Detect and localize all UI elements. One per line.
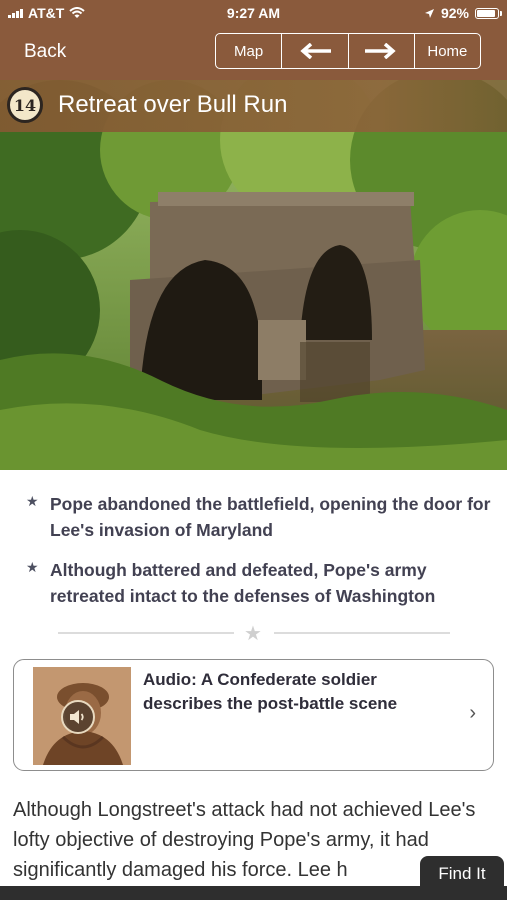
- back-button[interactable]: Back: [24, 41, 66, 63]
- nav-button-group: Map Home: [215, 33, 481, 69]
- status-bar: AT&T 9:27 AM 92%: [0, 0, 507, 26]
- section-divider: ★: [58, 622, 450, 645]
- find-it-button[interactable]: Find It: [420, 856, 504, 892]
- next-button[interactable]: [349, 34, 415, 68]
- bullet-text: Pope abandoned the battlefield, opening …: [50, 494, 491, 540]
- battery-percent: 92%: [440, 5, 469, 21]
- soldier-portrait-thumbnail: [33, 667, 131, 765]
- audio-card[interactable]: Audio: A Confederate soldier describes t…: [13, 659, 494, 771]
- battery-icon: [475, 7, 502, 19]
- battery-tip: [500, 10, 502, 16]
- divider-line-right: [274, 632, 450, 634]
- stop-number-badge: 14: [7, 87, 43, 123]
- list-item: ★ Although battered and defeated, Pope's…: [26, 557, 496, 609]
- arrow-left-icon: [300, 43, 331, 59]
- bullet-text: Although battered and defeated, Pope's a…: [50, 560, 436, 606]
- chevron-right-icon: ›: [469, 702, 476, 724]
- status-right: 92%: [424, 5, 502, 21]
- map-button[interactable]: Map: [216, 34, 283, 68]
- audio-title: Audio: A Confederate soldier describes t…: [143, 670, 398, 713]
- home-button[interactable]: Home: [415, 34, 480, 68]
- arrow-right-icon: [365, 43, 396, 59]
- star-icon: ★: [26, 559, 39, 575]
- star-icon: ★: [26, 493, 39, 509]
- divider-star-icon: ★: [244, 623, 262, 645]
- divider-line-left: [58, 632, 234, 634]
- battery-fill: [477, 9, 496, 17]
- hero-photo: 14 Retreat over Bull Run: [0, 80, 507, 470]
- list-item: ★ Pope abandoned the battlefield, openin…: [26, 491, 496, 543]
- location-arrow-icon: [424, 8, 434, 18]
- stone-bridge-photo: [0, 80, 507, 470]
- page-title: Retreat over Bull Run: [58, 91, 288, 118]
- speaker-icon[interactable]: [61, 700, 95, 734]
- title-bar: 14 Retreat over Bull Run: [0, 80, 507, 132]
- key-points-list: ★ Pope abandoned the battlefield, openin…: [26, 491, 496, 623]
- nav-bar: Back Map Home: [0, 26, 507, 80]
- previous-button[interactable]: [282, 34, 349, 68]
